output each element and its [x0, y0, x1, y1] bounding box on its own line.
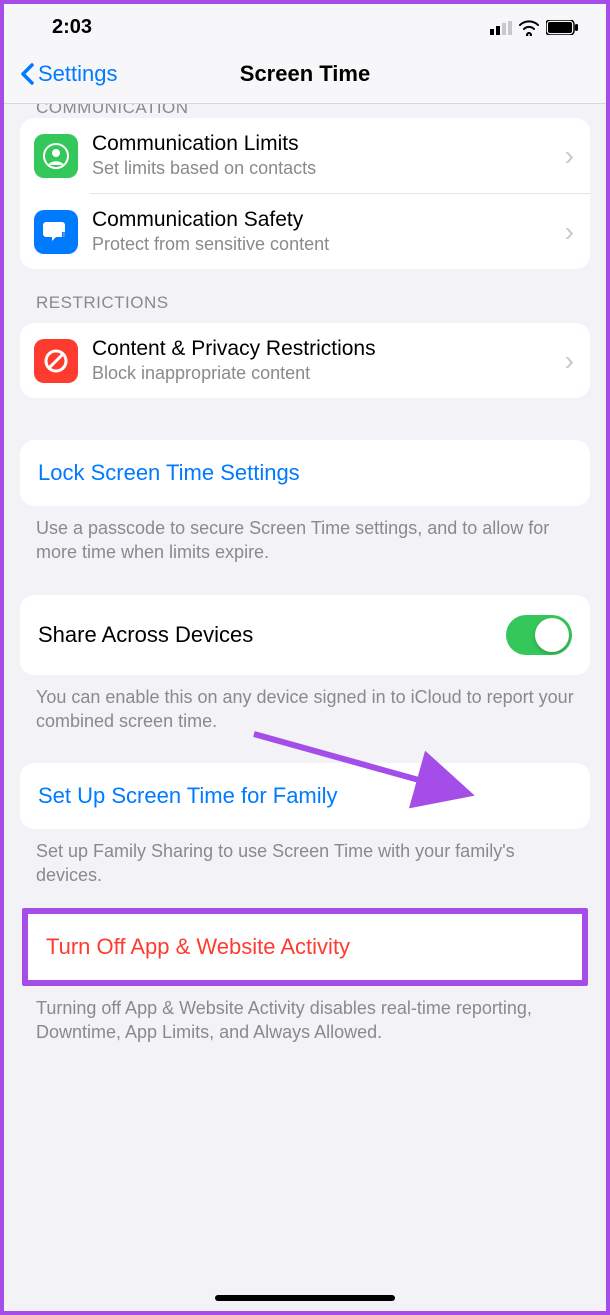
chevron-right-icon: ›: [565, 345, 574, 377]
group-share: Share Across Devices: [20, 595, 590, 675]
row-subtitle: Block inappropriate content: [92, 363, 551, 384]
home-indicator: [215, 1295, 395, 1301]
row-turn-off-activity[interactable]: Turn Off App & Website Activity: [28, 914, 582, 980]
group-lock: Lock Screen Time Settings: [20, 440, 590, 506]
row-title: Content & Privacy Restrictions: [92, 337, 551, 361]
chevron-left-icon: [20, 63, 34, 85]
group-communication: Communication Limits Set limits based on…: [20, 118, 590, 269]
row-subtitle: Set limits based on contacts: [92, 158, 551, 179]
group-family: Set Up Screen Time for Family: [20, 763, 590, 829]
footer-lock: Use a passcode to secure Screen Time set…: [4, 506, 606, 565]
row-share-devices[interactable]: Share Across Devices: [20, 595, 590, 675]
contacts-icon: [34, 134, 78, 178]
status-time: 2:03: [52, 16, 92, 39]
chevron-right-icon: ›: [565, 140, 574, 172]
status-icons: [490, 20, 578, 36]
group-turnoff: Turn Off App & Website Activity: [28, 914, 582, 980]
footer-family: Set up Family Sharing to use Screen Time…: [4, 829, 606, 888]
row-title: Share Across Devices: [38, 622, 253, 648]
footer-turnoff: Turning off App & Website Activity disab…: [4, 986, 606, 1045]
nav-bar: Settings Screen Time: [4, 47, 606, 104]
cellular-icon: [490, 21, 512, 35]
wifi-icon: [518, 20, 540, 36]
section-header-restrictions: RESTRICTIONS: [4, 269, 606, 323]
share-toggle[interactable]: [506, 615, 572, 655]
chevron-right-icon: ›: [565, 216, 574, 248]
back-button[interactable]: Settings: [20, 61, 118, 87]
row-title: Lock Screen Time Settings: [38, 460, 300, 486]
row-content-privacy[interactable]: Content & Privacy Restrictions Block ina…: [20, 323, 590, 398]
row-title: Communication Limits: [92, 132, 551, 156]
row-title: Turn Off App & Website Activity: [46, 934, 350, 960]
status-bar: 2:03: [4, 4, 606, 47]
battery-icon: [546, 20, 578, 35]
row-communication-safety[interactable]: ! Communication Safety Protect from sens…: [20, 194, 590, 269]
back-label: Settings: [38, 61, 118, 87]
row-title: Communication Safety: [92, 208, 551, 232]
chat-warn-icon: !: [34, 210, 78, 254]
row-title: Set Up Screen Time for Family: [38, 783, 338, 809]
no-sign-icon: [34, 339, 78, 383]
row-subtitle: Protect from sensitive content: [92, 234, 551, 255]
group-restrictions: Content & Privacy Restrictions Block ina…: [20, 323, 590, 398]
annotation-highlight: Turn Off App & Website Activity: [22, 908, 588, 986]
row-lock-settings[interactable]: Lock Screen Time Settings: [20, 440, 590, 506]
row-communication-limits[interactable]: Communication Limits Set limits based on…: [20, 118, 590, 193]
row-family[interactable]: Set Up Screen Time for Family: [20, 763, 590, 829]
footer-share: You can enable this on any device signed…: [4, 675, 606, 734]
